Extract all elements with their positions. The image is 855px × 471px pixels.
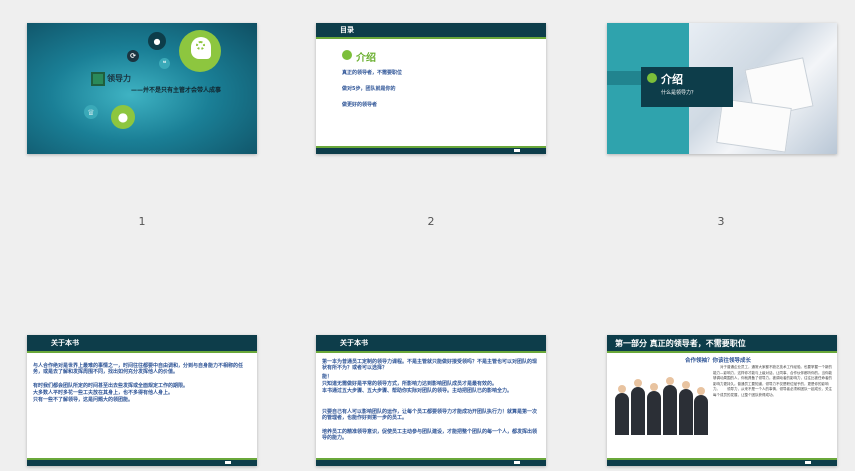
page-marker — [225, 461, 231, 464]
person-face — [650, 383, 658, 391]
paragraph: 只知道无需做好是平常的领导方式，所影响力达到影响团队成员才是最有效的。 — [322, 381, 498, 387]
person-face — [682, 381, 690, 389]
slide-subheading: 合作领袖？你该往领导成长 — [685, 358, 752, 364]
slide-footer — [27, 458, 257, 466]
person-figure — [615, 393, 629, 435]
person-figure — [663, 385, 677, 435]
person-face — [618, 385, 626, 393]
slide-header-bar: 关于本书 — [27, 335, 257, 351]
person-figure — [679, 389, 693, 435]
slide-thumbnail-1[interactable]: ● ⟳ ❝ ♕ ● 领导力 ——并不是只有主管才会带人成事 — [27, 23, 257, 154]
divider — [27, 351, 257, 353]
paragraph: 第一本为普通员工定制的领导力课程。不是主管就只能做好接受领吗？不是主管也可以对团… — [322, 359, 538, 371]
slide-subheading: 什么是领导力？ — [661, 90, 697, 96]
slide-thumbnail-6[interactable]: 第一部分 真正的领导者，不需要职位 合作领袖？你该往领导成长 对于普通企业员工，… — [607, 335, 837, 466]
body-text: 对于普通企业员工，通常大家都不缺乏技术工作经验。也要掌握一个新的能力—影响力，这… — [713, 365, 832, 397]
slide-header: 第一部分 真正的领导者，不需要职位 — [615, 339, 746, 348]
title-box: 介绍 什么是领导力？ — [641, 67, 733, 107]
slide-header-bar: 目录 — [316, 23, 546, 37]
paragraph: 能！ — [322, 374, 333, 380]
section-icon — [647, 73, 657, 83]
people-icon: ● — [111, 105, 135, 129]
paragraph: 只有一些不了解领导，这是问题大的领团能。 — [33, 397, 134, 403]
slide-footer — [316, 146, 546, 154]
slide-number: 2 — [427, 215, 435, 228]
slide-header: 关于本书 — [340, 339, 368, 347]
slide-header-bar: 关于本书 — [316, 335, 546, 351]
slide-number: 3 — [717, 215, 725, 228]
person-face — [634, 379, 642, 387]
slide-header: 目录 — [340, 26, 354, 34]
slide-thumbnail-5[interactable]: 关于本书 第一本为普通员工定制的领导力课程。不是主管就只能做好接受领吗？不是主管… — [316, 335, 546, 466]
person-figure — [631, 387, 645, 435]
slide-subtitle: ——并不是只有主管才会带人成事 — [131, 87, 222, 94]
person-face — [666, 377, 674, 385]
toc-item: 做更好的领导者 — [342, 102, 378, 108]
slide-footer — [316, 458, 546, 466]
slide-header-bar: 第一部分 真正的领导者，不需要职位 — [607, 335, 837, 351]
person-face — [697, 387, 705, 395]
page-marker — [805, 461, 811, 464]
slide-number: 1 — [138, 215, 146, 228]
team-icon: ● — [148, 32, 166, 50]
divider — [316, 37, 546, 39]
slide-thumbnail-2[interactable]: 目录 介绍 真正的领导者，不需要职位 做对5步，团队就是你的 做更好的领导者 — [316, 23, 546, 154]
slide-heading: 介绍 — [356, 53, 376, 64]
toc-item: 真正的领导者，不需要职位 — [342, 70, 403, 76]
slide-thumbnail-4[interactable]: 关于本书 与人合作绝对是世界上最难的事情之一，时间往往都要中自由调和，分到与自身… — [27, 335, 257, 466]
section-icon — [342, 50, 352, 60]
business-team-photo — [611, 365, 709, 435]
page-marker — [514, 149, 520, 152]
quote-icon: ❝ — [159, 58, 170, 69]
slide-title: 领导力 — [107, 74, 131, 83]
paragraph: 只要自己有人可以影响团队的运作，让每个员工都要领导力才能成功开团队执行力！就算是… — [322, 409, 538, 421]
toc-item: 做对5步，团队就是你的 — [342, 86, 396, 92]
slide-header: 关于本书 — [51, 339, 79, 347]
divider — [607, 351, 837, 353]
slide-footer — [607, 458, 837, 466]
logo-icon — [91, 72, 105, 86]
gear-icon — [196, 41, 205, 50]
paragraph: 有时我们都会团队所定的时间甚至出去些发挥或全面规定工作的期限。 — [33, 383, 189, 389]
person-figure — [647, 391, 661, 435]
paragraph: 本书通过五大步骤、五大步骤、帮助你实际对团队的领导。主动把团队已的影响全力。 — [322, 388, 513, 394]
person-figure — [694, 395, 708, 435]
slide-heading: 介绍 — [661, 73, 683, 86]
crown-icon: ♕ — [84, 105, 98, 119]
paragraph: 与人合作绝对是世界上最难的事情之一，时间往往都要中自由调和，分到与自身能力不相称… — [33, 363, 244, 375]
paragraph: 大多数人平时多花一些工夫放在其身上，也不多得有他人身上。 — [33, 390, 174, 396]
divider — [316, 351, 546, 353]
refresh-icon: ⟳ — [127, 50, 139, 62]
paragraph: 培养员工的精准领导意识，促使员工主动参与团队建设，才能把整个团队的每一个人，都发… — [322, 429, 538, 441]
slide-thumbnail-3[interactable]: 介绍 什么是领导力？ — [607, 23, 837, 154]
page-marker — [514, 461, 520, 464]
